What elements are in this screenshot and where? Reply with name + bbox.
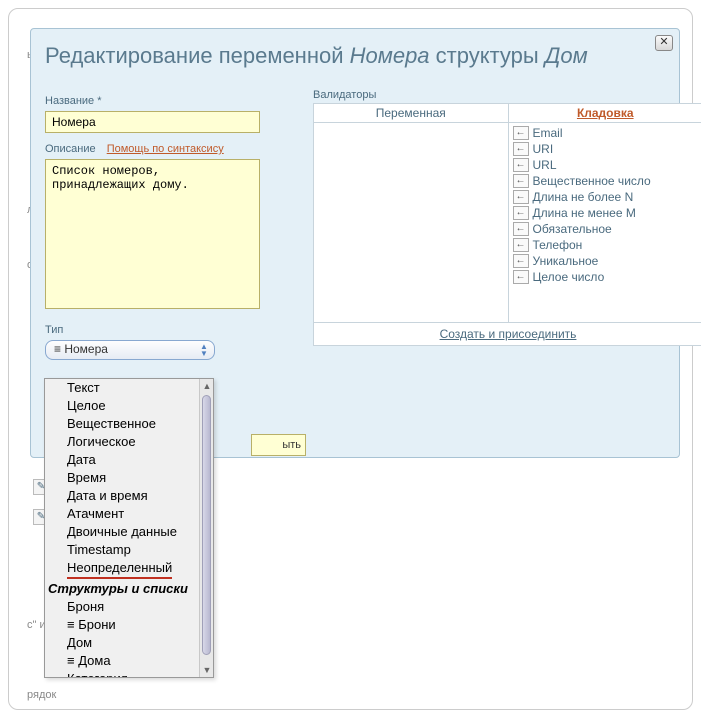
- validator-item: ← Целое число: [513, 269, 699, 285]
- type-option[interactable]: Дата и время: [45, 487, 199, 505]
- chevron-updown-icon: ▲▼: [198, 343, 210, 357]
- type-option[interactable]: Логическое: [45, 433, 199, 451]
- scroll-down-icon[interactable]: ▼: [200, 663, 214, 677]
- scroll-up-icon[interactable]: ▲: [200, 379, 214, 393]
- assign-arrow-icon[interactable]: ←: [513, 222, 529, 236]
- type-option[interactable]: Timestamp: [45, 541, 199, 559]
- assign-arrow-icon[interactable]: ←: [513, 126, 529, 140]
- validator-name[interactable]: URL: [533, 158, 557, 172]
- validator-name[interactable]: Обязательное: [533, 222, 612, 236]
- assign-arrow-icon[interactable]: ←: [513, 254, 529, 268]
- validators-table: Переменная Кладовка ← Email ← URI ← URL ← Вещес…: [313, 103, 701, 346]
- validators-panel: Валидаторы Переменная Кладовка ← Email ← UR…: [313, 89, 701, 346]
- type-select-value: ≡ Номера: [54, 342, 108, 356]
- type-option[interactable]: Атачмент: [45, 505, 199, 523]
- validator-name[interactable]: Вещественное число: [533, 174, 651, 188]
- type-option[interactable]: Вещественное: [45, 415, 199, 433]
- bg-text: рядок: [27, 689, 56, 709]
- assign-arrow-icon[interactable]: ←: [513, 158, 529, 172]
- validator-name[interactable]: Длина не менее M: [533, 206, 636, 220]
- validator-item: ← Обязательное: [513, 221, 699, 237]
- type-option[interactable]: Целое: [45, 397, 199, 415]
- validator-item: ← Длина не менее M: [513, 205, 699, 221]
- validator-name[interactable]: Длина не более N: [533, 190, 634, 204]
- assign-arrow-icon[interactable]: ←: [513, 238, 529, 252]
- title-structure-name: Дом: [545, 43, 588, 68]
- assign-arrow-icon[interactable]: ←: [513, 174, 529, 188]
- validator-name[interactable]: Телефон: [533, 238, 583, 252]
- dropdown-scrollbar[interactable]: ▲ ▼: [199, 379, 213, 677]
- type-option[interactable]: Время: [45, 469, 199, 487]
- validator-name[interactable]: Уникальное: [533, 254, 599, 268]
- validators-label: Валидаторы: [313, 89, 701, 101]
- description-textarea[interactable]: Список номеров, принадлежащих дому.: [45, 159, 260, 309]
- validator-item: ← Вещественное число: [513, 173, 699, 189]
- type-dropdown[interactable]: ТекстЦелоеВещественноеЛогическоеДатаВрем…: [44, 378, 214, 678]
- validator-item: ← Email: [513, 125, 699, 141]
- title-prefix: Редактирование переменной: [45, 43, 350, 68]
- type-select[interactable]: ≡ Номера ▲▼: [45, 340, 215, 360]
- name-input[interactable]: [45, 111, 260, 133]
- dialog-close-button[interactable]: ыть: [251, 434, 306, 456]
- close-icon[interactable]: ✕: [655, 35, 673, 51]
- type-group-header: Структуры и списки: [45, 580, 199, 598]
- scroll-thumb[interactable]: [202, 395, 211, 655]
- type-option[interactable]: Категория: [45, 670, 199, 677]
- validator-item: ← Длина не более N: [513, 189, 699, 205]
- description-label: Описание: [45, 143, 96, 155]
- assign-arrow-icon[interactable]: ←: [513, 270, 529, 284]
- assign-arrow-icon[interactable]: ←: [513, 142, 529, 156]
- type-option[interactable]: Текст: [45, 379, 199, 397]
- type-option[interactable]: Двоичные данные: [45, 523, 199, 541]
- validator-item: ← Телефон: [513, 237, 699, 253]
- validator-item: ← Уникальное: [513, 253, 699, 269]
- type-label: Тип: [45, 324, 295, 336]
- type-option[interactable]: Броня: [45, 598, 199, 616]
- validator-name[interactable]: URI: [533, 142, 554, 156]
- validators-available-cell: ← Email ← URI ← URL ← Вещественное число ← Длина …: [508, 123, 701, 323]
- validator-item: ← URI: [513, 141, 699, 157]
- type-option[interactable]: Дом: [45, 634, 199, 652]
- type-option[interactable]: ≡ Брони: [45, 616, 199, 634]
- name-label: Название *: [45, 95, 295, 107]
- type-option[interactable]: Дата: [45, 451, 199, 469]
- assign-arrow-icon[interactable]: ←: [513, 190, 529, 204]
- description-label-row: Описание Помощь по синтаксису: [45, 143, 295, 155]
- dialog-title: Редактирование переменной Номера структу…: [31, 29, 679, 79]
- validators-col-storage[interactable]: Кладовка: [508, 104, 701, 123]
- validator-item: ← URL: [513, 157, 699, 173]
- validator-name[interactable]: Email: [533, 126, 563, 140]
- assign-arrow-icon[interactable]: ←: [513, 206, 529, 220]
- syntax-help-link[interactable]: Помощь по синтаксису: [107, 143, 224, 155]
- validators-assigned-cell: [314, 123, 509, 323]
- title-variable-name: Номера: [350, 43, 430, 68]
- validator-name[interactable]: Целое число: [533, 270, 605, 284]
- type-option[interactable]: Неопределенный: [45, 559, 199, 580]
- title-mid: структуры: [430, 43, 545, 68]
- create-and-attach-link[interactable]: Создать и присоединить: [440, 327, 577, 341]
- form-left-column: Название * Описание Помощь по синтаксису…: [45, 89, 295, 360]
- validators-col-variable: Переменная: [314, 104, 509, 123]
- type-option[interactable]: ≡ Дома: [45, 652, 199, 670]
